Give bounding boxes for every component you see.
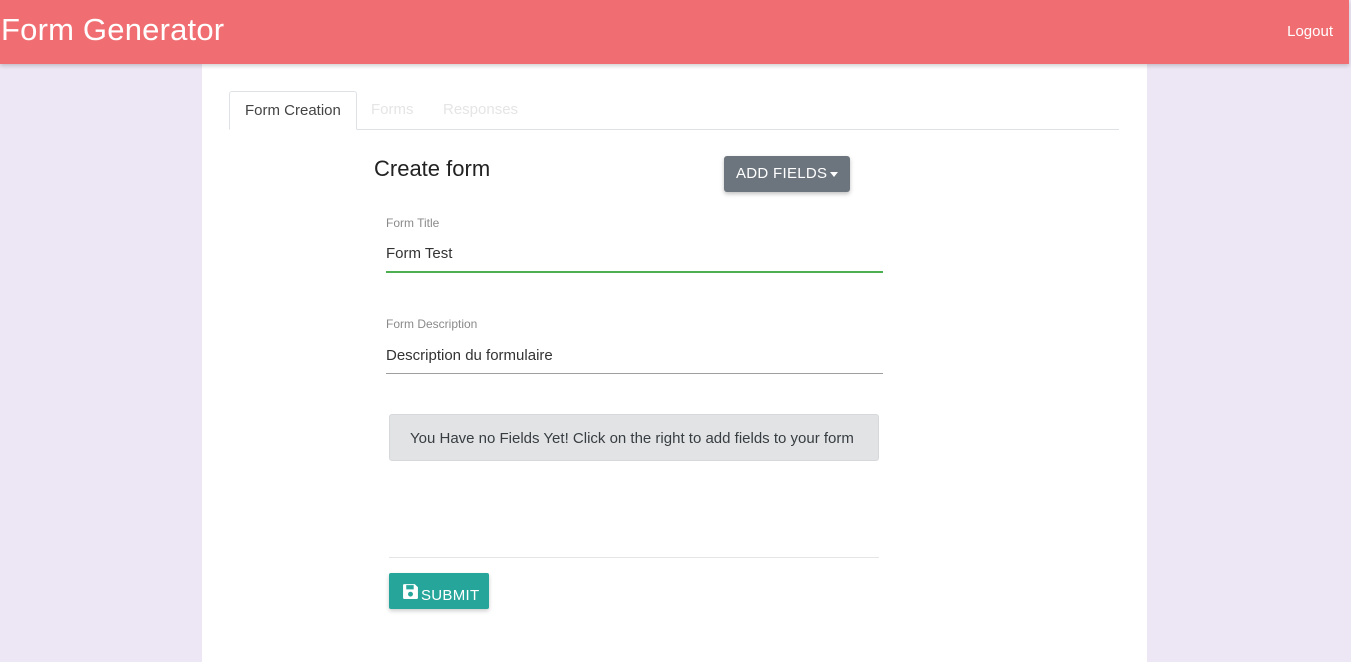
caret-down-icon xyxy=(830,172,838,177)
form-title-input[interactable] xyxy=(386,236,883,273)
form-description-input[interactable] xyxy=(386,337,883,374)
logout-link[interactable]: Logout xyxy=(1287,24,1333,39)
add-fields-label: ADD FIELDS xyxy=(736,165,828,182)
empty-fields-alert: You Have no Fields Yet! Click on the rig… xyxy=(389,414,879,461)
app-brand[interactable]: Form Generator xyxy=(1,14,224,45)
form-divider xyxy=(389,557,879,558)
main-card: Form Creation Forms Responses Create for… xyxy=(202,64,1147,662)
form-description-label: Form Description xyxy=(386,317,478,331)
tab-responses[interactable]: Responses xyxy=(428,91,533,129)
submit-button[interactable]: SUBMIT xyxy=(389,573,489,609)
top-navbar: Form Generator Logout xyxy=(0,0,1349,64)
add-fields-dropdown-button[interactable]: ADD FIELDS xyxy=(724,156,850,192)
form-title-label: Form Title xyxy=(386,216,440,230)
tab-forms[interactable]: Forms xyxy=(356,91,429,129)
page-title: Create form xyxy=(374,156,491,181)
save-icon xyxy=(403,584,418,599)
tab-form-creation[interactable]: Form Creation xyxy=(229,91,357,130)
submit-label: SUBMIT xyxy=(421,587,480,604)
tab-bar: Form Creation Forms Responses xyxy=(229,91,1119,130)
